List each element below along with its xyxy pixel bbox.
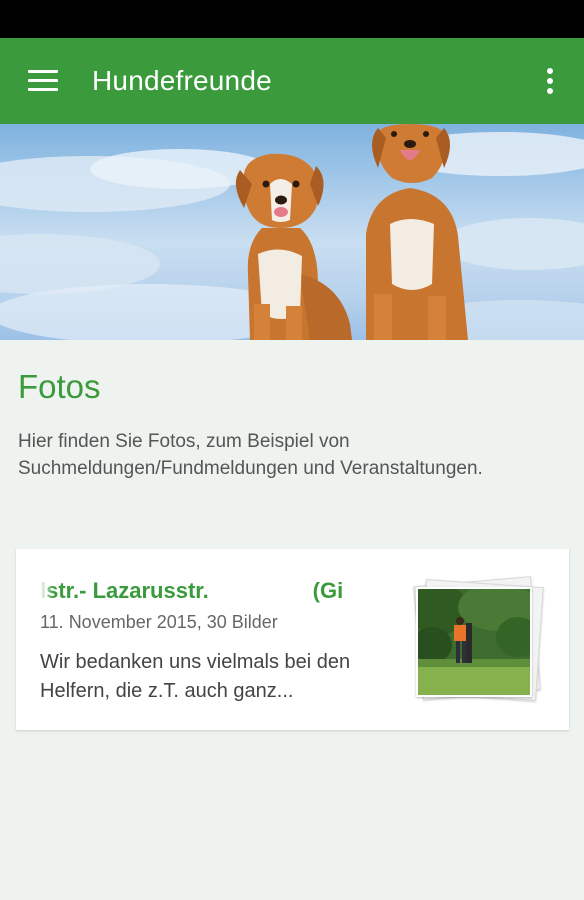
- album-meta: 11. November 2015, 30 Bilder: [40, 612, 278, 632]
- page-title: Fotos: [18, 368, 101, 405]
- more-vert-icon[interactable]: [538, 64, 562, 98]
- album-title: lstr.- Lazarusstr. (Gi: [40, 578, 380, 606]
- app-title: Hundefreunde: [92, 65, 272, 96]
- album-thumbnail-stack[interactable]: [408, 571, 548, 711]
- album-card[interactable]: lstr.- Lazarusstr. (Gi 11. November 2015…: [16, 549, 569, 730]
- album-thumbnail: [408, 583, 540, 697]
- status-bar: [0, 0, 584, 38]
- hamburger-menu-icon[interactable]: [22, 66, 62, 98]
- dog-left: [235, 153, 352, 340]
- header-image: [0, 124, 584, 340]
- page-description: Hier finden Sie Fotos, zum Beispiel von …: [18, 431, 483, 479]
- album-excerpt: Wir bedanken uns vielmals bei den Helfer…: [40, 651, 351, 702]
- app-bar: Hundefreunde: [0, 38, 584, 124]
